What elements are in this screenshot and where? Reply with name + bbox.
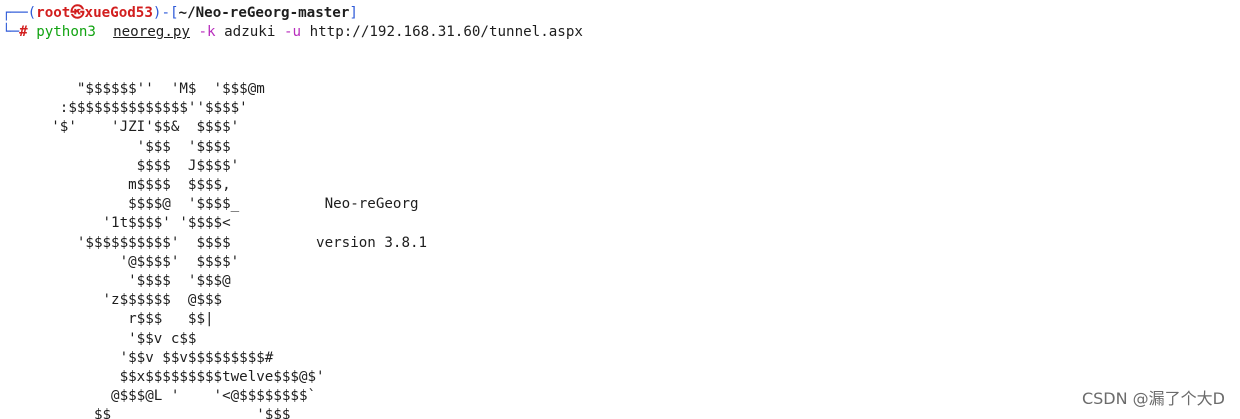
prompt-at-symbol: ㉿ xyxy=(70,5,85,21)
command-script: neoreg.py xyxy=(113,24,190,40)
command-flag-u: -u xyxy=(283,24,302,40)
command-line[interactable]: └─# python3 neoreg.py -k adzuki -u http:… xyxy=(2,23,583,42)
prompt-dash: - xyxy=(161,5,170,21)
command-url: http://192.168.31.60/tunnel.aspx xyxy=(309,24,583,40)
command-flag-k: -k xyxy=(198,24,216,40)
prompt-host: xueGod53 xyxy=(84,5,153,21)
csdn-watermark: CSDN @漏了个大D xyxy=(1081,389,1225,408)
command-program: python3 xyxy=(36,24,96,40)
prompt-corner-bottom: └─ xyxy=(2,24,20,40)
prompt-close-bracket: ] xyxy=(349,5,358,21)
prompt-open-paren: ( xyxy=(27,5,37,21)
prompt-hash: # xyxy=(19,24,28,40)
prompt-path: ~/Neo-reGeorg-master xyxy=(178,5,350,21)
prompt-open-bracket: [ xyxy=(169,5,179,21)
command-key: adzuki xyxy=(224,24,276,40)
ascii-banner: "$$$$$$'' 'M$ '$$$@m :$$$$$$$$$$$$$$''$$… xyxy=(51,81,428,419)
prompt-user: root xyxy=(36,5,71,21)
prompt-header: ┌──(root㉿xueGod53)-[~/Neo-reGeorg-master… xyxy=(2,4,358,23)
prompt-corner-top: ┌── xyxy=(2,5,28,21)
terminal-window[interactable]: ┌──(root㉿xueGod53)-[~/Neo-reGeorg-master… xyxy=(0,0,1240,419)
